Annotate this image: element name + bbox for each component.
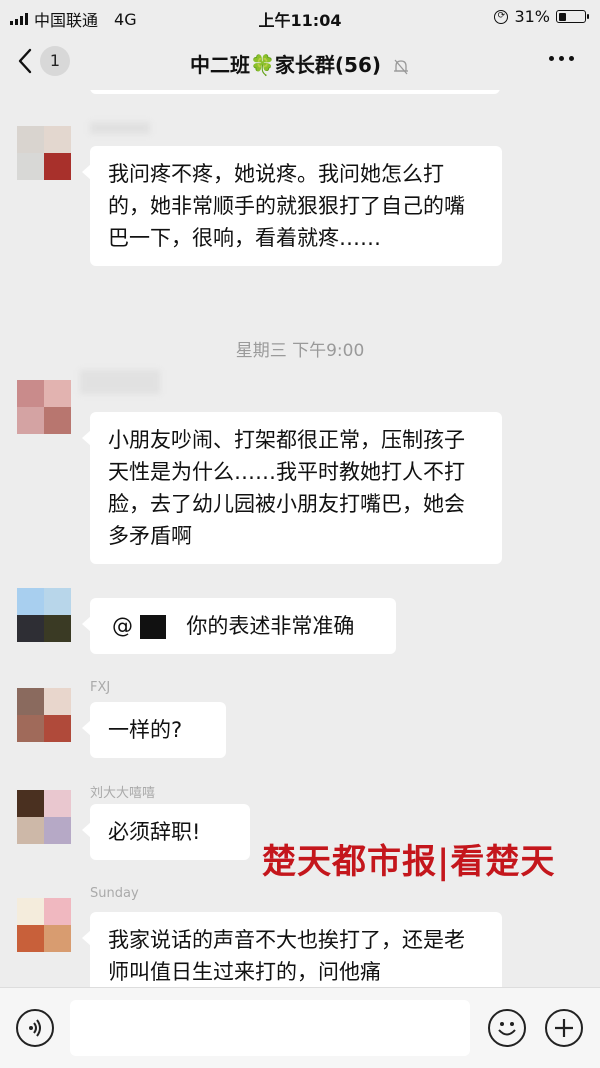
avatar[interactable] [17,126,71,180]
status-right: ⟳ 31% [494,7,589,26]
rotation-lock-icon: ⟳ [494,9,509,24]
more-dots-icon [549,56,554,61]
sender-nickname: 刘大大嘻嘻 [90,786,156,801]
avatar[interactable] [17,688,71,742]
input-bar [0,987,600,1068]
message-text: 你的表述非常准确 [186,614,355,638]
voice-button[interactable] [16,1009,54,1047]
avatar[interactable] [17,380,71,434]
battery-icon [556,10,589,23]
message-bubble[interactable]: 小朋友吵闹、打架都很正常，压制孩子天性是为什么……我平时教她打人不打脸，去了幼儿… [82,412,502,564]
emoji-icon [498,1022,516,1036]
more-options-button[interactable] [549,56,574,61]
redacted-name [139,615,166,639]
sender-nickname: FXJ [90,680,111,695]
mute-bell-icon [393,59,408,74]
newspaper-watermark: 楚天都市报|看楚天 [262,842,556,882]
message-bubble[interactable]: 我问疼不疼，她说疼。我问她怎么打的，她非常顺手的就狠狠打了自己的嘴巴一下，很响，… [82,146,502,266]
plus-icon [555,1019,573,1037]
page-title: 中二班🍀家长群(56) [0,49,600,78]
blurred-nickname [80,370,160,394]
sender-nickname: Sunday [90,886,139,901]
chat-timestamp: 星期三 下午9:00 [235,341,365,361]
battery-percent: 31% [514,7,550,26]
blurred-nickname [90,122,150,134]
nav-bar: 1 中二班🍀家长群(56) [0,34,600,90]
message-bubble[interactable]: @ 你的表述非常准确 [82,598,396,654]
message-input[interactable] [70,1000,470,1056]
message-bubble[interactable]: 必须辞职! [82,804,250,860]
status-bar: 中国联通 4G 上午11:04 ⟳ 31% [0,0,600,34]
emoji-button[interactable] [488,1009,526,1047]
avatar[interactable] [17,898,71,952]
group-title: 中二班🍀家长群(56) [190,53,382,77]
voice-icon [29,1019,41,1037]
message-bubble[interactable]: 一样的? [82,702,226,758]
message-bubble[interactable]: 我家说话的声音不大也挨打了，还是老师叫值日生过来打的，问他痛 [82,912,502,987]
mention-at: @ [112,614,133,638]
partial-bubble [90,90,500,94]
avatar[interactable] [17,790,71,844]
avatar[interactable] [17,588,71,642]
add-button[interactable] [545,1009,583,1047]
